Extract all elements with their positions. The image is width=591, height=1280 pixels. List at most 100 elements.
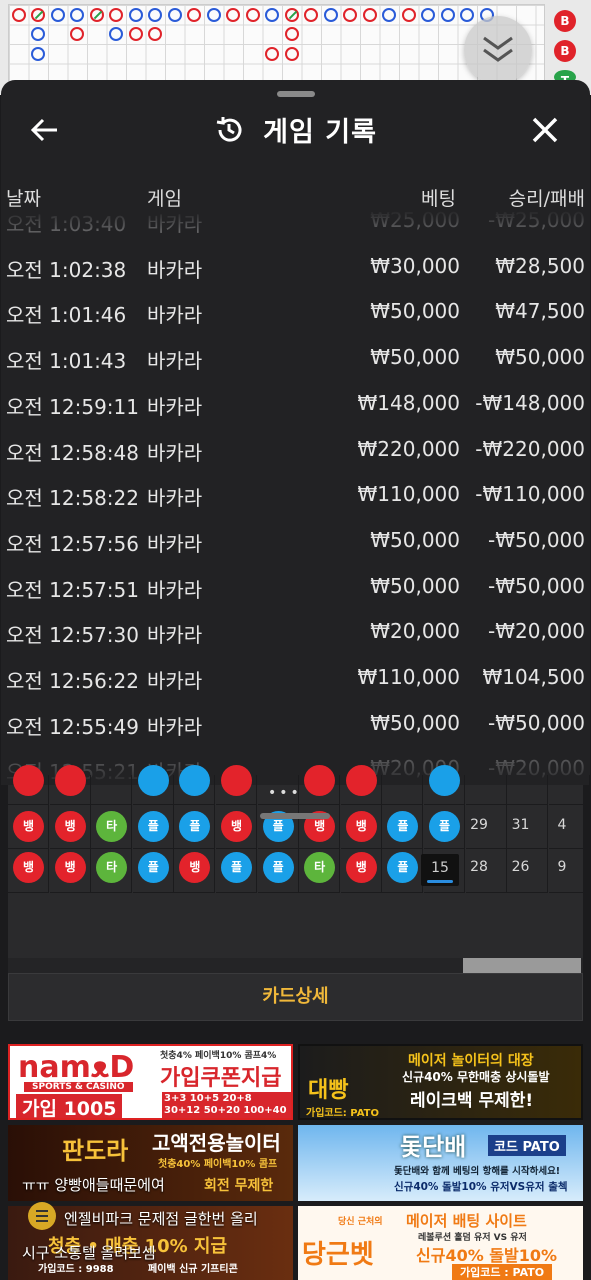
bead-tie: 타 — [304, 852, 336, 883]
bead-cell — [132, 775, 174, 805]
row-bet: ₩50,000 — [370, 299, 460, 324]
more-dots-icon[interactable]: ••• — [268, 785, 302, 801]
list-fade-top — [1, 210, 590, 232]
bead-cell — [299, 775, 341, 805]
road-mark — [109, 27, 123, 41]
row-game: 바카라 — [147, 257, 203, 282]
bead-cell — [216, 775, 257, 805]
banner-brand: 당근벳 — [302, 1240, 374, 1270]
banner-danggeun[interactable]: 당근벳 당신 근처의 메이저 배팅 사이트 레볼루션 홀덤 유저 VS 유저 신… — [298, 1206, 583, 1280]
row-result: ₩104,500 — [482, 665, 585, 689]
banner-text: 신규40% 돌발10% 유저VS유저 출첵 — [394, 1181, 568, 1193]
banner-text: 메이저 배팅 사이트 — [406, 1212, 527, 1230]
banner-text: 메이저 놀이터의 대장 — [408, 1053, 534, 1069]
row-date: 오전 12:57:51 — [6, 577, 139, 602]
modal-title: 게임 기록 — [263, 117, 377, 148]
current-round-box: 15 — [421, 854, 459, 886]
row-game: 바카라 — [147, 303, 203, 328]
row-date: 오전 12:58:48 — [6, 440, 139, 465]
chat-menu-icon[interactable] — [28, 1202, 56, 1230]
road-mark — [226, 7, 240, 22]
banner-text: 가입코드: PATO — [306, 1108, 379, 1119]
bead-tie: 타 — [96, 852, 128, 883]
road-mark — [128, 7, 143, 22]
row-game: 바카라 — [147, 669, 203, 693]
bead-cell — [548, 775, 590, 805]
bead-banker: 뱅 — [54, 852, 86, 883]
row-game: 바카라 — [147, 440, 203, 465]
history-row: 오전 1:02:38 바카라 ₩30,000 ₩28,500 — [1, 242, 590, 288]
history-list[interactable]: 오전 1:03:40바카라₩25,000-₩25,000오전 1:02:38바카… — [1, 210, 590, 785]
row-result: -₩220,000 — [475, 436, 585, 461]
row-result: -₩50,000 — [488, 710, 585, 735]
column-header-bet: 베팅 — [421, 188, 456, 210]
history-row: 오전 12:57:56 바카라 ₩50,000 -₩50,000 — [1, 516, 590, 562]
modal-header: 게임 기록 — [1, 110, 590, 150]
row-bet: ₩50,000 — [370, 527, 460, 552]
bead-stat: 28 — [470, 859, 488, 875]
row-date: 오전 12:57:56 — [6, 531, 139, 556]
collapse-chevron-button[interactable] — [464, 16, 532, 84]
bead-player: 플 — [262, 852, 294, 883]
close-button[interactable] — [527, 112, 563, 148]
bead-banker: 뱅 — [345, 811, 377, 842]
road-mark — [148, 27, 162, 41]
row-bet: ₩148,000 — [357, 390, 460, 415]
game-history-modal: 게임 기록 날짜 게임 베팅 승리/패배 오전 1:03:40바카라₩25,00… — [1, 80, 590, 785]
banner-daebbang[interactable]: 대빵 메이저 놀이터의 대장 신규40% 무한매충 상시돌발 레이크백 무제한!… — [298, 1044, 583, 1120]
bead-cell — [91, 775, 133, 805]
column-header-date: 날짜 — [6, 188, 41, 210]
banner-text: 가입쿠폰지급 — [160, 1066, 282, 1091]
road-mark — [401, 7, 416, 22]
row-date: 오전 12:59:11 — [6, 394, 139, 419]
row-game: 바카라 — [147, 394, 203, 419]
banner-brand: namᴥD — [18, 1050, 135, 1085]
banner-dotdanbae[interactable]: 돛단배 코드 PATO 돛단배와 함께 베팅의 항해를 시작하세요! 신규40%… — [298, 1125, 583, 1201]
banner-text: 신규40% 돌발10% — [416, 1246, 558, 1265]
close-icon — [532, 117, 558, 143]
history-clock-icon — [216, 116, 242, 142]
banner-text: 3+3 10+5 20+8 30+12 50+20 100+40 — [162, 1092, 291, 1118]
banner-text: 당신 근처의 — [338, 1217, 383, 1227]
banner-text: 가입코드 : PATO — [452, 1264, 553, 1280]
scrollbar-thumb[interactable] — [463, 958, 581, 973]
banner-text: SPORTS & CASINO — [24, 1082, 133, 1092]
road-mark — [50, 7, 65, 22]
banner-namedd[interactable]: namᴥD SPORTS & CASINO 가입 1005 첫충4% 페이백10… — [8, 1044, 293, 1120]
card-detail-button[interactable]: 카드상세 — [8, 973, 583, 1021]
road-mark — [31, 27, 45, 41]
road-mark — [284, 27, 299, 41]
chat-message: 엔젤비파크 문제점 글한번 올리 — [64, 1210, 258, 1228]
row-date: 오전 12:55:49 — [6, 714, 139, 739]
road-mark — [31, 7, 45, 22]
row-bet: ₩30,000 — [370, 253, 460, 278]
bead-stat: 26 — [511, 859, 530, 875]
current-round-number: 15 — [431, 860, 449, 876]
drag-handle[interactable] — [277, 91, 315, 97]
road-mark — [382, 7, 396, 22]
road-mark — [70, 27, 84, 41]
bead-player: 플 — [221, 852, 252, 883]
road-mark — [421, 7, 435, 22]
history-row: 오전 1:01:43 바카라 ₩50,000 ₩50,000 — [1, 333, 590, 379]
bead-banker: 뱅 — [13, 852, 44, 883]
road-mark — [245, 7, 260, 22]
current-round-progress — [427, 880, 453, 883]
bead-cell — [382, 775, 424, 805]
row-result: -₩20,000 — [488, 619, 585, 644]
row-bet: ₩50,000 — [370, 345, 460, 370]
row-result: -₩50,000 — [488, 573, 585, 598]
bead-player: 플 — [137, 852, 169, 883]
bead-cell — [507, 775, 549, 805]
row-game: 바카라 — [147, 486, 203, 511]
panel-drag-handle[interactable] — [260, 813, 330, 819]
road-mark — [460, 7, 474, 22]
bead-cell — [49, 775, 91, 805]
history-row: 오전 12:55:49 바카라 ₩50,000 -₩50,000 — [1, 699, 590, 745]
road-mark — [265, 46, 279, 61]
row-game: 바카라 — [147, 531, 203, 556]
road-mark — [89, 7, 104, 22]
side-badge: B — [554, 10, 576, 32]
row-date: 오전 1:02:38 — [6, 257, 127, 282]
road-mark — [284, 7, 299, 22]
